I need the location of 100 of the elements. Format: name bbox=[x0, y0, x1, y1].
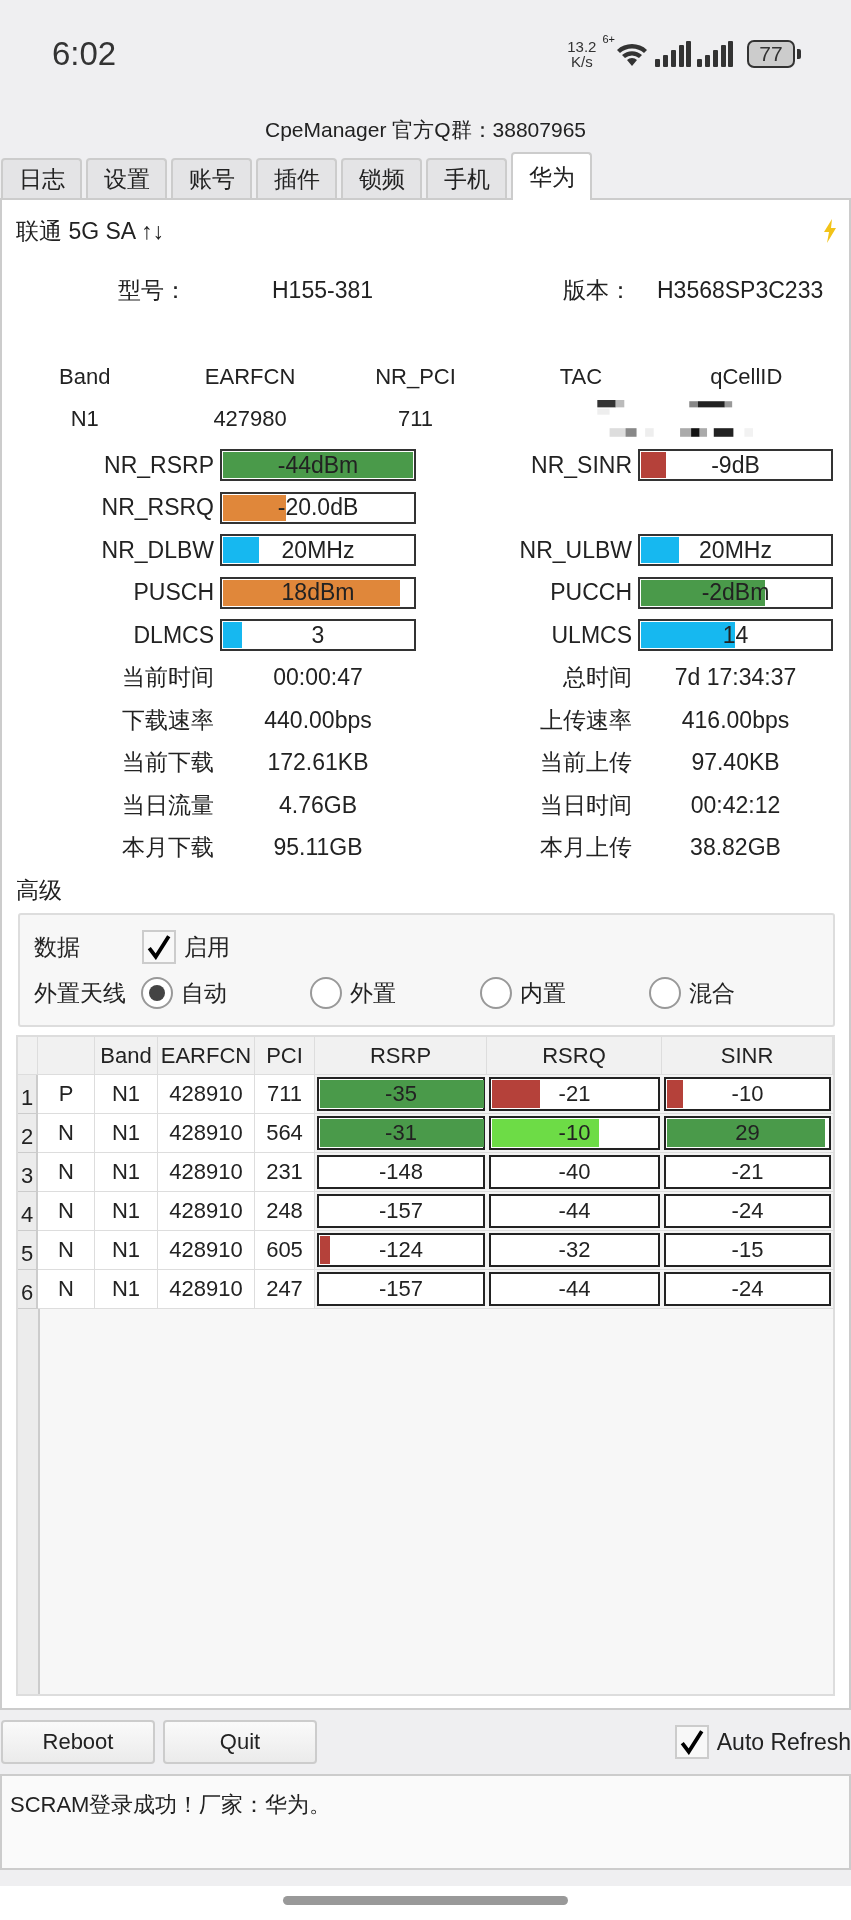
radio-button[interactable] bbox=[140, 977, 173, 1009]
metric-label: ULMCS bbox=[550, 621, 632, 649]
metric-label: 总时间 bbox=[562, 663, 632, 693]
meter-value: -15 bbox=[731, 1237, 764, 1263]
meter-value: -21 bbox=[558, 1081, 591, 1107]
meter-value: -10 bbox=[558, 1120, 591, 1146]
metric-value: 95.11GB bbox=[273, 834, 363, 861]
column-header: PCI bbox=[255, 1037, 315, 1075]
tab[interactable]: 日志 bbox=[1, 158, 82, 198]
metric-label: 当前上传 bbox=[539, 748, 632, 778]
meter-value: -44 bbox=[558, 1198, 591, 1224]
metric-label: 上传速率 bbox=[539, 705, 632, 735]
meter-value: 29 bbox=[735, 1120, 760, 1146]
meter-value: -24 bbox=[731, 1198, 764, 1224]
metric-label: 本月上传 bbox=[539, 833, 632, 863]
radio-button[interactable] bbox=[479, 977, 512, 1009]
table-cell: 248 bbox=[255, 1192, 315, 1231]
wifi-icon bbox=[615, 41, 649, 67]
table-cell: 247 bbox=[255, 1270, 315, 1309]
tab[interactable]: 手机 bbox=[426, 158, 507, 198]
table-cell: N bbox=[38, 1270, 95, 1309]
checkbox-label: Auto Refresh bbox=[716, 1728, 851, 1756]
meter-value: -148 bbox=[378, 1159, 423, 1185]
column-header: Band bbox=[95, 1037, 158, 1075]
checkbox[interactable] bbox=[674, 1725, 709, 1759]
table-cell: N1 bbox=[95, 1270, 158, 1309]
meter-value: -44 bbox=[558, 1276, 591, 1302]
meter-value: -10 bbox=[731, 1081, 764, 1107]
metric-label: PUSCH bbox=[132, 579, 214, 607]
radio-button[interactable] bbox=[310, 977, 343, 1009]
table-cell: N1 bbox=[95, 1231, 158, 1270]
metric-label: NR_RSRP bbox=[103, 451, 214, 479]
table-cell: 428910 bbox=[158, 1075, 255, 1114]
meter-value: -32 bbox=[558, 1237, 591, 1263]
field-label: 版本： bbox=[561, 275, 633, 305]
network-status: 联通 5G SA ↑↓ bbox=[16, 216, 165, 246]
setting-label: 外置天线 bbox=[34, 978, 127, 1008]
action-button[interactable]: Quit bbox=[163, 1720, 317, 1764]
metric-value: 00:42:12 bbox=[690, 791, 781, 818]
table-cell: N bbox=[38, 1192, 95, 1231]
radio-label: 外置 bbox=[350, 978, 397, 1008]
meter-value: -124 bbox=[378, 1237, 423, 1263]
cell-value: N1 bbox=[69, 406, 100, 432]
metric-label: NR_RSRQ bbox=[100, 494, 214, 522]
action-button[interactable]: Reboot bbox=[1, 1720, 155, 1764]
column-header: EARFCN bbox=[203, 364, 297, 390]
home-indicator[interactable] bbox=[283, 1895, 568, 1905]
column-header: RSRQ bbox=[487, 1037, 662, 1075]
meter-value: -40 bbox=[558, 1159, 591, 1185]
tab[interactable]: 华为 bbox=[511, 152, 592, 200]
tab[interactable]: 设置 bbox=[86, 158, 167, 198]
row-number: 4 bbox=[18, 1192, 38, 1231]
meter-value: 20MHz bbox=[699, 536, 772, 564]
row-number: 6 bbox=[18, 1270, 38, 1309]
table-cell: 605 bbox=[255, 1231, 315, 1270]
row-number: 5 bbox=[18, 1231, 38, 1270]
meter-value: -24 bbox=[731, 1276, 764, 1302]
speed-unit: K/s bbox=[571, 54, 593, 69]
metric-label: NR_SINR bbox=[530, 451, 632, 479]
radio-button[interactable] bbox=[649, 977, 682, 1009]
metric-label: 当前下载 bbox=[121, 748, 214, 778]
table-cell: P bbox=[38, 1075, 95, 1114]
field-value: H3568SP3C233 bbox=[656, 276, 825, 304]
radio-label: 混合 bbox=[689, 978, 736, 1008]
metric-label: 下载速率 bbox=[121, 705, 214, 735]
tab[interactable]: 账号 bbox=[171, 158, 252, 198]
table-cell: N bbox=[38, 1114, 95, 1153]
table-cell: 428910 bbox=[158, 1114, 255, 1153]
signal-icon bbox=[697, 41, 733, 67]
network-type-label: 6+ bbox=[602, 33, 615, 45]
tab[interactable]: 锁频 bbox=[341, 158, 422, 198]
column-header: SINR bbox=[662, 1037, 833, 1075]
table-cell: N1 bbox=[95, 1075, 158, 1114]
metric-value: 7d 17:34:37 bbox=[674, 664, 797, 691]
metric-value: 38.82GB bbox=[690, 834, 781, 861]
setting-label: 数据 bbox=[34, 932, 81, 962]
table-cell: N bbox=[38, 1153, 95, 1192]
metric-label: PUCCH bbox=[549, 579, 632, 607]
column-header: Band bbox=[58, 364, 112, 390]
column-header: qCellID bbox=[709, 364, 784, 390]
meter-value: -44dBm bbox=[277, 451, 359, 479]
signal-icon bbox=[655, 41, 691, 67]
checkbox[interactable] bbox=[142, 930, 176, 964]
row-number: 1 bbox=[18, 1075, 38, 1114]
table-cell: N1 bbox=[95, 1114, 158, 1153]
cell-value: 427980 bbox=[212, 406, 288, 432]
table-cell: N bbox=[38, 1231, 95, 1270]
metric-label: NR_DLBW bbox=[100, 536, 214, 564]
checkbox-label: 启用 bbox=[184, 932, 230, 962]
network-speed: 13.2 bbox=[567, 39, 597, 54]
column-header: RSRP bbox=[315, 1037, 487, 1075]
clock-time: 6:02 bbox=[52, 35, 117, 73]
row-number: 3 bbox=[18, 1153, 38, 1192]
table-cell: 428910 bbox=[158, 1153, 255, 1192]
metric-value: 416.00bps bbox=[681, 706, 790, 733]
lightning-icon bbox=[823, 219, 837, 243]
table-cell: 428910 bbox=[158, 1231, 255, 1270]
tab[interactable]: 插件 bbox=[256, 158, 337, 198]
meter-value: 3 bbox=[311, 621, 325, 649]
meter-value: -35 bbox=[385, 1081, 417, 1107]
